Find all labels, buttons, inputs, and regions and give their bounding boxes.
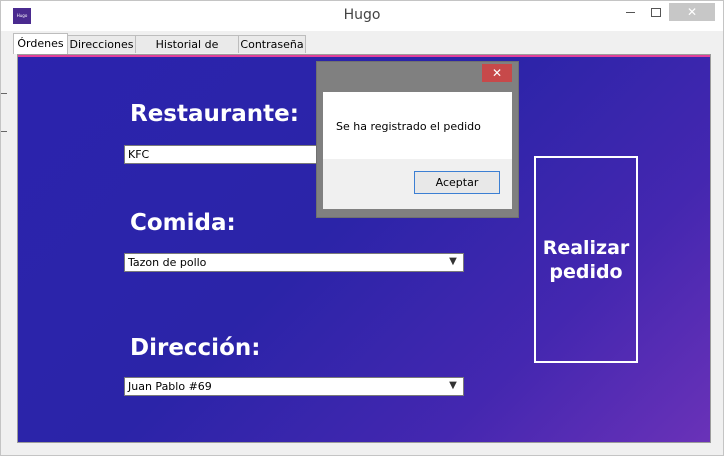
food-select-value: Tazon de pollo (128, 256, 207, 269)
dialog-close-button[interactable]: ✕ (482, 64, 512, 82)
close-icon: ✕ (491, 66, 503, 80)
maximize-button[interactable] (643, 3, 669, 21)
chevron-down-icon[interactable]: ▼ (447, 380, 459, 392)
address-select-value: Juan Pablo #69 (128, 380, 212, 393)
tab-contrasena[interactable]: Contraseña (238, 35, 306, 53)
dialog-body: Se ha registrado el pedido (323, 92, 512, 159)
place-order-label: Realizar pedido (543, 236, 630, 284)
tab-historial[interactable]: Historial de órdenes (135, 35, 239, 68)
place-order-label-line1: Realizar (542, 236, 630, 259)
food-label: Comida: (130, 210, 236, 236)
minimize-button[interactable] (617, 3, 643, 21)
app-window: Hugo Hugo ✕ Órdenes Direcciones Historia… (0, 0, 724, 456)
dialog-footer: Aceptar (323, 159, 512, 209)
chevron-down-icon[interactable]: ▼ (447, 256, 459, 268)
close-icon: ✕ (686, 5, 698, 19)
tab-direcciones[interactable]: Direcciones (67, 35, 136, 53)
tab-ordenes[interactable]: Órdenes (13, 33, 68, 54)
place-order-button[interactable]: Realizar pedido (534, 156, 638, 363)
dialog-message: Se ha registrado el pedido (336, 120, 481, 133)
divider (1, 93, 7, 94)
message-dialog: ✕ Se ha registrado el pedido Aceptar (316, 61, 519, 218)
divider (1, 131, 7, 132)
address-label: Dirección: (130, 335, 261, 361)
close-button[interactable]: ✕ (669, 3, 715, 21)
restaurant-label: Restaurante: (130, 101, 299, 127)
place-order-label-line2: pedido (549, 260, 623, 283)
accept-button[interactable]: Aceptar (414, 171, 500, 194)
window-title: Hugo (343, 7, 381, 23)
title-bar[interactable]: Hugo Hugo ✕ (1, 1, 723, 31)
minimize-icon (625, 12, 635, 13)
food-select[interactable]: Tazon de pollo ▼ (124, 253, 464, 272)
address-select[interactable]: Juan Pablo #69 ▼ (124, 377, 464, 396)
maximize-icon (651, 8, 661, 17)
